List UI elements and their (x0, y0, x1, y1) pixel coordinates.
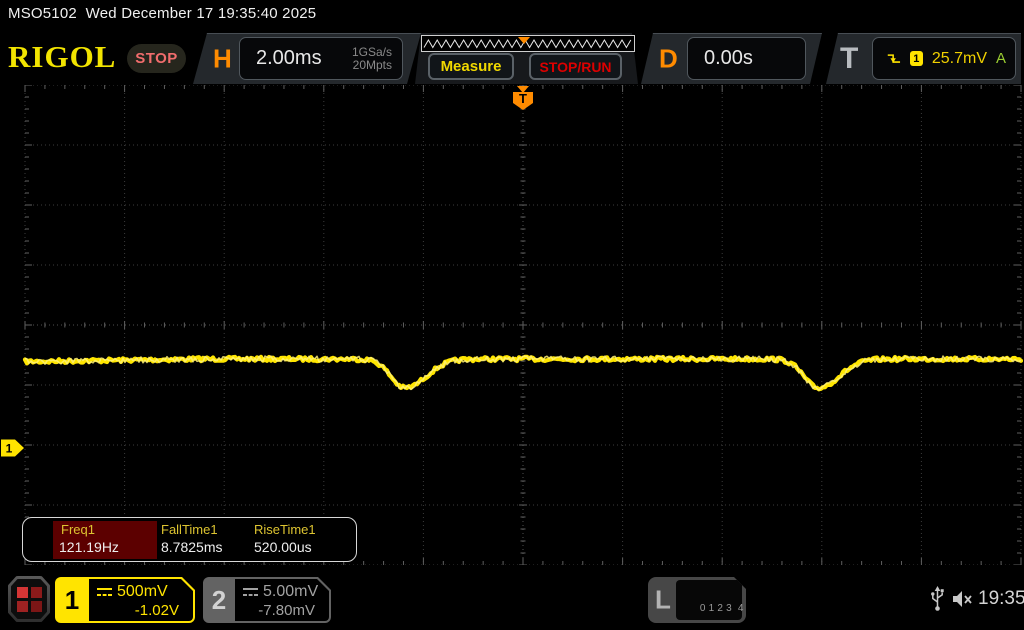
oscilloscope-screen: MSO5102 Wed December 17 19:35:40 2025 RI… (0, 0, 1024, 630)
channel1-scale: 500mV (117, 583, 168, 601)
delay-inner-box: 0.00s (687, 37, 806, 80)
waveform-display-area[interactable]: T1 (0, 85, 1024, 565)
measurement-results-panel[interactable]: Freq1 121.19Hz FallTime1 8.7825ms RiseTi… (22, 517, 357, 562)
memory-waveform-preview[interactable] (421, 35, 635, 52)
falling-edge-icon (887, 51, 901, 67)
measure-button[interactable]: Measure (428, 53, 514, 80)
horizontal-settings-tab[interactable]: H 2.00ms 1GSa/s 20Mpts (193, 33, 421, 84)
sample-rate: 1GSa/s (352, 45, 392, 59)
trigger-settings-tab[interactable]: T 1 25.7mV A (826, 33, 1021, 84)
stop-run-button[interactable]: STOP/RUN (529, 53, 622, 80)
digital-channel-list: 0 1 2 3 4 5 6 7 8 9 1011 12131415 (676, 580, 742, 620)
channel2-scale: 5.00mV (263, 583, 318, 601)
horizontal-inner-box: 2.00ms 1GSa/s 20Mpts (239, 37, 403, 80)
acquisition-status-badge: STOP (127, 44, 186, 73)
dc-coupling-icon (97, 587, 112, 597)
dc-coupling-icon (243, 587, 258, 597)
logic-analyzer-label: L (655, 585, 671, 616)
trigger-label: T (840, 42, 858, 76)
measurement-value: 8.7825ms (161, 539, 222, 555)
speaker-muted-icon[interactable] (951, 590, 975, 608)
trigger-inner-box: 1 25.7mV A (872, 37, 1016, 80)
four-squares-icon (11, 579, 47, 619)
delay-settings-tab[interactable]: D 0.00s (641, 33, 822, 84)
delay-value: 0.00s (704, 47, 753, 70)
usb-icon (930, 586, 945, 612)
channel2-number-badge: 2 (203, 577, 235, 623)
digital-row1: 0 1 2 3 4 5 6 7 (700, 603, 770, 614)
model-datetime-text: MSO5102 Wed December 17 19:35:40 2025 (8, 5, 316, 22)
timebase-value: 2.00ms (256, 47, 322, 70)
measurement-value: 520.00us (254, 539, 312, 555)
function-grid-button[interactable] (8, 576, 50, 622)
channel2-body: 5.00mV -7.80mV (235, 579, 329, 621)
channel1-number-badge: 1 (55, 577, 89, 623)
channel2-offset: -7.80mV (258, 602, 315, 619)
measurement-label: FallTime1 (161, 522, 218, 537)
svg-text:1: 1 (6, 442, 13, 456)
trigger-level-value: 25.7mV (932, 50, 987, 68)
logic-analyzer-panel[interactable]: L 0 1 2 3 4 5 6 7 8 9 1011 12131415 (648, 577, 746, 623)
channel2-panel[interactable]: 5.00mV -7.80mV 2 (203, 577, 331, 623)
horizontal-label: H (213, 43, 232, 74)
preview-zigzag (422, 36, 634, 51)
svg-text:T: T (519, 91, 527, 106)
scope-grid-and-trace: T1 (0, 85, 1024, 565)
status-time: 19:35 (978, 588, 1024, 610)
channel1-body: 500mV -1.02V (89, 579, 193, 621)
measurement-label: Freq1 (61, 522, 95, 537)
sample-rate-memory: 1GSa/s 20Mpts (352, 46, 392, 72)
measurement-label: RiseTime1 (254, 522, 316, 537)
channel1-panel[interactable]: 500mV -1.02V 1 (55, 577, 195, 623)
measurement-value: 121.19Hz (59, 539, 119, 555)
delay-label: D (659, 43, 678, 74)
trigger-source-badge: 1 (910, 51, 923, 66)
trigger-mode-auto: A (996, 50, 1006, 67)
rigol-logo: RIGOL (8, 39, 116, 75)
channel1-offset: -1.02V (135, 602, 179, 619)
memory-depth: 20Mpts (353, 58, 392, 72)
